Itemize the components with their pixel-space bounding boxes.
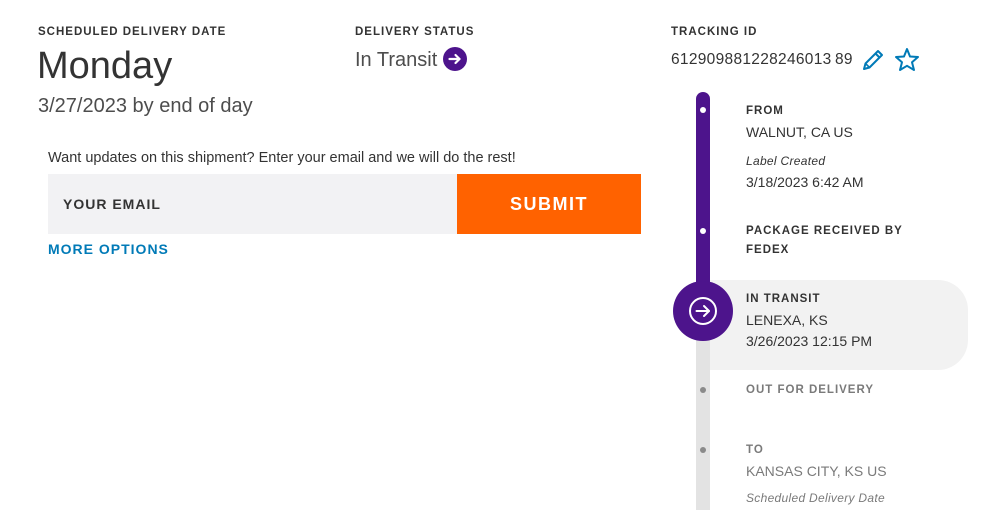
scheduled-delivery-label: SCHEDULED DELIVERY DATE bbox=[38, 26, 227, 38]
email-updates-prompt: Want updates on this shipment? Enter you… bbox=[48, 150, 516, 166]
scheduled-delivery-date: 3/27/2023 by end of day bbox=[38, 95, 253, 117]
to-title: TO bbox=[746, 444, 764, 456]
from-note: Label Created bbox=[746, 154, 826, 168]
from-location: WALNUT, CA US bbox=[746, 124, 853, 140]
more-options-link[interactable]: MORE OPTIONS bbox=[48, 241, 169, 257]
current-location: LENEXA, KS bbox=[746, 312, 828, 328]
delivery-status-value: In Transit bbox=[355, 48, 438, 71]
out-for-delivery-title: OUT FOR DELIVERY bbox=[746, 384, 875, 396]
arrow-right-circle-icon bbox=[443, 47, 468, 71]
pencil-icon[interactable] bbox=[859, 46, 887, 74]
in-transit-status-icon bbox=[673, 281, 733, 341]
tracking-number: 612909881228246013 89 bbox=[671, 51, 853, 68]
timeline-progress-bar bbox=[696, 92, 710, 308]
current-event-highlight bbox=[703, 280, 968, 370]
current-title: IN TRANSIT bbox=[746, 293, 821, 305]
timeline-dot-to bbox=[700, 447, 706, 453]
timeline-dot-received bbox=[700, 228, 706, 234]
tracking-id-row: 612909881228246013 89 bbox=[671, 46, 921, 74]
received-title-line2: FEDEX bbox=[746, 244, 790, 256]
timeline-dot-out-for-delivery bbox=[700, 387, 706, 393]
from-datetime: 3/18/2023 6:42 AM bbox=[746, 174, 864, 190]
timeline-remaining-bar bbox=[696, 340, 710, 510]
delivery-status-label: DELIVERY STATUS bbox=[355, 26, 475, 38]
to-location: KANSAS CITY, KS US bbox=[746, 463, 887, 479]
to-note: Scheduled Delivery Date bbox=[746, 491, 885, 505]
current-datetime: 3/26/2023 12:15 PM bbox=[746, 333, 873, 349]
submit-button[interactable]: SUBMIT bbox=[457, 174, 641, 234]
from-title: FROM bbox=[746, 105, 784, 117]
received-title-line1: PACKAGE RECEIVED BY bbox=[746, 225, 903, 237]
email-field[interactable] bbox=[48, 174, 457, 234]
tracking-id-label: TRACKING ID bbox=[671, 26, 758, 38]
timeline-dot-from bbox=[700, 107, 706, 113]
delivery-status: In Transit bbox=[355, 47, 468, 72]
star-icon[interactable] bbox=[893, 46, 921, 74]
scheduled-delivery-day: Monday bbox=[37, 45, 173, 87]
